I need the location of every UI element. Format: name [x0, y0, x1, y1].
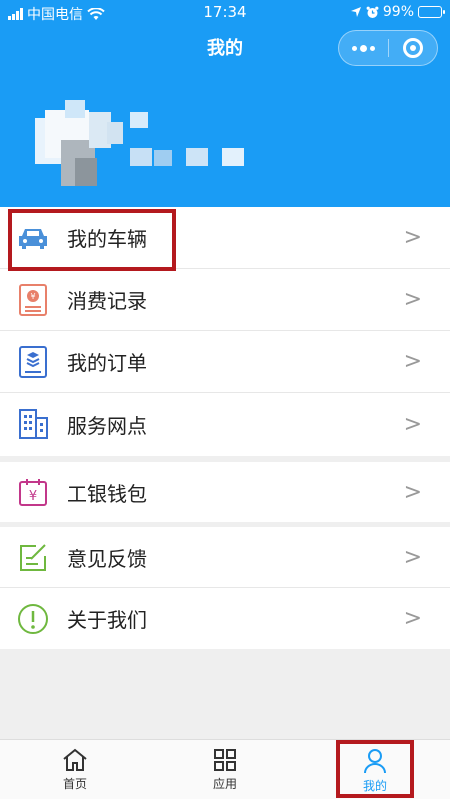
- tab-label: 应用: [212, 777, 237, 791]
- highlight-box-tab-mine: [336, 740, 414, 798]
- receipt-icon: ¥: [16, 283, 50, 317]
- order-list-icon: [16, 345, 50, 379]
- status-bar: 中国电信 17:34 99%: [0, 0, 450, 24]
- chevron-right-icon: >: [403, 225, 422, 250]
- menu-item-label: 我的订单: [67, 351, 147, 375]
- info-exclamation-icon: [16, 602, 50, 636]
- chevron-right-icon: >: [403, 479, 422, 505]
- tab-home[interactable]: 首页: [0, 740, 150, 799]
- mini-program-capsule: [338, 30, 438, 66]
- menu-group-wallet: ¥ 工银钱包 >: [0, 462, 450, 522]
- battery-icon: [418, 6, 445, 18]
- alarm-clock-icon: [366, 6, 379, 18]
- feedback-edit-icon: [16, 540, 50, 574]
- menu-item-feedback[interactable]: 意见反馈 >: [0, 527, 450, 588]
- svg-text:¥: ¥: [30, 292, 35, 301]
- menu-item-consumption-records[interactable]: ¥ 消费记录 >: [0, 269, 450, 331]
- tab-label: 首页: [62, 777, 87, 791]
- user-info-blurred: [130, 110, 250, 170]
- menu-item-label: 消费记录: [67, 289, 147, 313]
- close-target-icon[interactable]: [388, 31, 437, 65]
- menu-item-label: 意见反馈: [67, 546, 147, 571]
- chevron-right-icon: >: [403, 287, 422, 312]
- highlight-box-my-vehicles: [8, 209, 176, 271]
- wallet-calendar-icon: ¥: [16, 475, 50, 509]
- profile-header: 中国电信 17:34 99% 我的: [0, 0, 450, 207]
- menu-item-my-orders[interactable]: 我的订单 >: [0, 331, 450, 393]
- more-options-icon[interactable]: [339, 31, 388, 65]
- menu-item-about-us[interactable]: 关于我们 >: [0, 588, 450, 649]
- chevron-right-icon: >: [403, 544, 422, 570]
- menu-group-about: 意见反馈 > 关于我们 >: [0, 527, 450, 649]
- menu-item-label: 关于我们: [67, 608, 147, 632]
- tab-apps[interactable]: 应用: [150, 740, 300, 799]
- chevron-right-icon: >: [403, 606, 422, 631]
- battery-percent: 99%: [382, 4, 414, 20]
- menu-item-label: 服务网点: [67, 413, 147, 438]
- menu-item-icbc-wallet[interactable]: ¥ 工银钱包 >: [0, 462, 450, 522]
- building-icon: [16, 407, 50, 441]
- location-arrow-icon: [350, 7, 361, 17]
- svg-text:¥: ¥: [29, 489, 37, 504]
- menu-item-service-outlets[interactable]: 服务网点 >: [0, 393, 450, 455]
- home-icon: [63, 748, 87, 771]
- menu-item-label: 工银钱包: [67, 481, 147, 506]
- avatar[interactable]: [35, 100, 125, 186]
- apps-grid-icon: [214, 749, 236, 771]
- chevron-right-icon: >: [403, 411, 422, 437]
- chevron-right-icon: >: [403, 349, 422, 374]
